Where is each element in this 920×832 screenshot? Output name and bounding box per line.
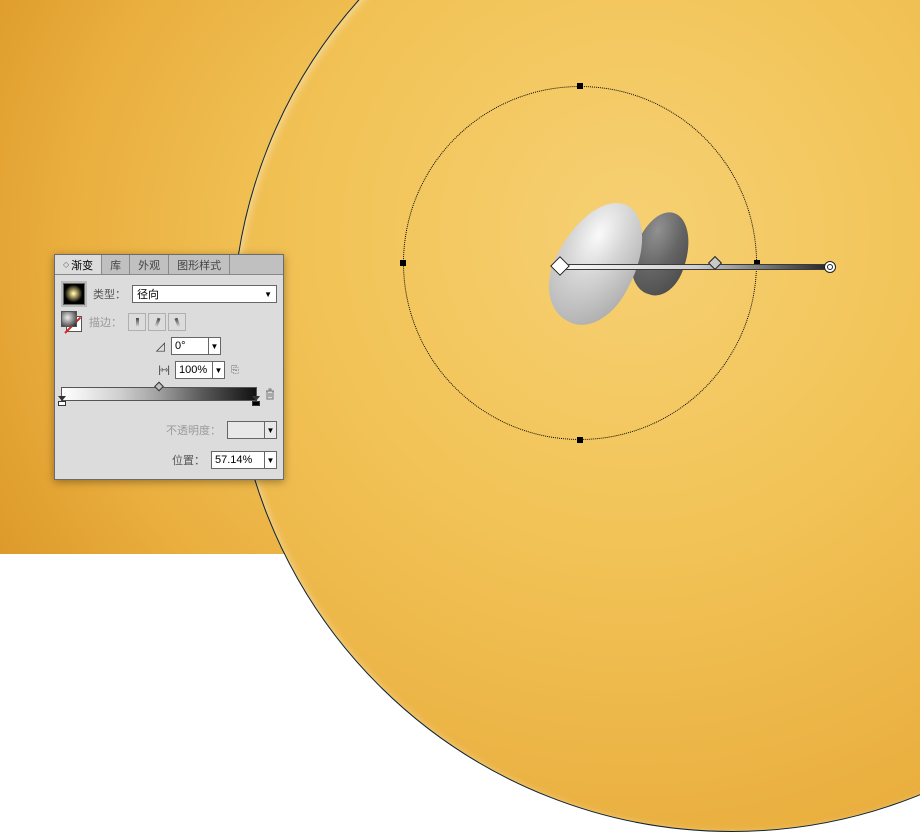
gradient-end-handle[interactable]	[824, 261, 836, 273]
gradient-preview-swatch[interactable]	[61, 281, 87, 307]
stroke-mode-across[interactable]	[168, 313, 186, 331]
tab-appearance[interactable]: 外观	[130, 255, 169, 274]
gradient-ramp[interactable]	[61, 387, 257, 401]
opacity-input[interactable]: ▼	[227, 421, 277, 439]
selection-handle-left[interactable]	[400, 260, 406, 266]
chevron-down-icon[interactable]: ▼	[264, 422, 276, 438]
type-select[interactable]: 径向 ▼	[132, 285, 277, 303]
opacity-value	[228, 422, 264, 438]
tab-library[interactable]: 库	[102, 255, 130, 274]
delete-stop-button[interactable]	[263, 388, 277, 401]
angle-icon	[156, 339, 165, 353]
gradient-stop-end[interactable]	[252, 396, 260, 406]
aspect-input[interactable]: 100% ▼	[175, 361, 225, 379]
tab-gradient[interactable]: 渐变	[55, 255, 102, 274]
aspect-ratio-icon	[158, 365, 169, 376]
stroke-mode-along[interactable]	[148, 313, 166, 331]
stroke-mode-within[interactable]	[128, 313, 146, 331]
chevron-down-icon: ▼	[264, 290, 272, 299]
type-select-value: 径向	[137, 286, 159, 302]
selection-handle-bottom[interactable]	[577, 437, 583, 443]
gradient-stop-start[interactable]	[58, 396, 66, 406]
link-icon[interactable]: ⎘	[231, 365, 239, 376]
aspect-value: 100%	[176, 362, 212, 378]
chevron-down-icon[interactable]: ▼	[264, 452, 276, 468]
gradient-annotator[interactable]	[560, 261, 832, 273]
tab-graphic-styles[interactable]: 图形样式	[169, 255, 230, 274]
stroke-gradient-mode-group	[128, 313, 186, 331]
position-label: 位置：	[172, 452, 205, 468]
panel-tabs: 渐变 库 外观 图形样式	[55, 255, 283, 275]
position-value: 57.14%	[212, 452, 264, 468]
artwork-shapes	[530, 193, 720, 373]
stroke-label: 描边：	[89, 314, 122, 330]
gradient-panel: 渐变 库 外观 图形样式 类型： 径向 ▼ 描边：	[54, 254, 284, 480]
type-label: 类型：	[93, 286, 126, 302]
gradient-annotator-bar[interactable]	[560, 264, 832, 270]
selection-handle-top[interactable]	[577, 83, 583, 89]
opacity-label: 不透明度：	[166, 422, 221, 438]
angle-value: 0°	[172, 338, 208, 354]
gradient-midpoint-slider[interactable]	[154, 382, 164, 392]
chevron-down-icon[interactable]: ▼	[212, 362, 224, 378]
angle-input[interactable]: 0° ▼	[171, 337, 221, 355]
fill-stroke-toggle[interactable]	[61, 311, 83, 333]
chevron-down-icon[interactable]: ▼	[208, 338, 220, 354]
position-input[interactable]: 57.14% ▼	[211, 451, 277, 469]
